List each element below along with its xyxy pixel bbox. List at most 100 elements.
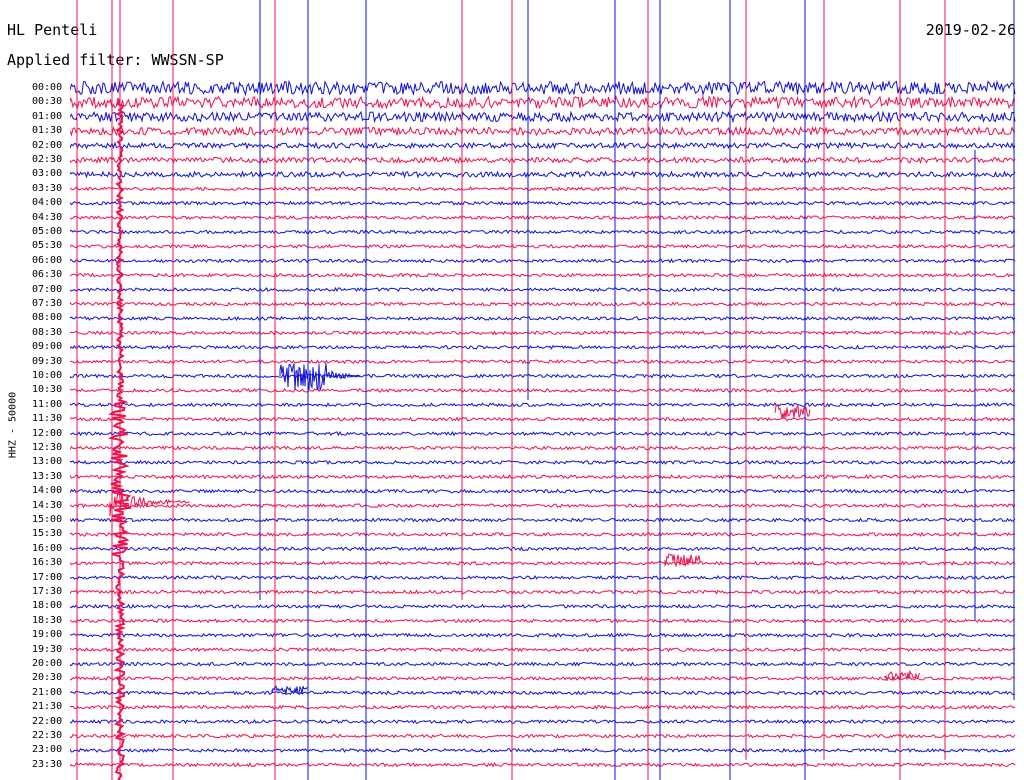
seismic-trace: [70, 186, 1016, 192]
seismic-trace: [70, 445, 1016, 451]
time-label: 02:00: [32, 139, 63, 151]
time-label: 05:00: [32, 226, 63, 237]
seismic-trace: [70, 286, 1016, 293]
seismic-trace: [70, 503, 1016, 509]
time-label: 14:30: [32, 499, 63, 511]
time-label: 11:30: [32, 413, 63, 425]
time-label: 19:30: [32, 643, 63, 655]
seismic-trace: [70, 155, 1016, 165]
seismic-trace: [70, 632, 1016, 638]
time-label: 17:30: [32, 586, 63, 597]
seismic-trace: [70, 344, 1016, 350]
time-label: 09:00: [32, 341, 63, 353]
seismic-trace: [70, 733, 1016, 739]
seismic-trace: [70, 373, 1016, 379]
seismic-trace: [70, 546, 1016, 552]
seismic-trace: [70, 430, 1016, 437]
seismic-trace: [70, 488, 1016, 494]
seismic-trace: [70, 110, 1016, 124]
time-label: 06:30: [32, 269, 63, 281]
time-label: 05:30: [32, 240, 63, 252]
time-label: 04:30: [32, 211, 63, 223]
seismic-trace: [70, 141, 1016, 150]
time-label: 08:00: [32, 312, 63, 324]
seismic-trace: [70, 603, 1016, 609]
seismic-trace: [70, 618, 1016, 624]
time-label: 09:30: [32, 355, 63, 367]
seismic-trace: [70, 229, 1016, 235]
time-label: 14:00: [32, 485, 63, 497]
time-label: 07:30: [32, 298, 63, 309]
seismic-trace: [70, 661, 1016, 667]
time-label: 19:00: [32, 629, 63, 641]
time-label: 10:30: [32, 384, 63, 396]
time-label: 01:30: [32, 125, 63, 137]
seismic-trace: [70, 747, 1015, 753]
time-label: 18:00: [32, 600, 63, 612]
time-label: 15:30: [32, 528, 63, 540]
local-event: [279, 363, 361, 391]
seismic-trace: [70, 762, 1016, 768]
time-label: 21:30: [32, 701, 63, 713]
trace-group: [70, 79, 1016, 768]
seismic-trace: [70, 215, 1016, 221]
seismogram-plot: [70, 0, 1016, 780]
time-label: 18:30: [32, 614, 63, 626]
time-label: 01:00: [32, 110, 63, 122]
time-label: 20:30: [32, 672, 63, 684]
time-label: 20:00: [32, 658, 63, 669]
seismic-trace: [70, 675, 1016, 681]
time-label: 15:00: [32, 514, 63, 525]
seismic-trace: [70, 402, 1016, 408]
time-label: 12:00: [32, 427, 63, 439]
time-label: 13:30: [32, 470, 63, 482]
seismic-trace: [70, 79, 1016, 97]
time-label: 16:30: [32, 557, 63, 569]
time-label: 04:00: [32, 197, 63, 209]
time-label: 11:00: [32, 398, 63, 410]
time-label: 23:00: [32, 744, 63, 756]
seismic-trace: [70, 589, 1016, 595]
seismic-trace: [70, 315, 1016, 322]
time-label: 03:30: [32, 182, 63, 194]
seismic-trace: [70, 330, 1016, 336]
seismic-trace: [70, 200, 1016, 206]
time-axis: 00:00 00:30 01:00 01:30 02:00 02:30 03:00 03:30…: [0, 0, 70, 780]
seismic-trace: [70, 647, 1016, 653]
time-label: 13:00: [32, 456, 63, 468]
time-label: 07:00: [32, 283, 63, 295]
time-label: 16:00: [32, 542, 63, 554]
seismic-trace: [70, 531, 1016, 538]
time-label: 00:30: [32, 96, 63, 108]
seismic-trace: [70, 690, 1016, 696]
time-label: 08:30: [32, 326, 63, 338]
time-label: 10:00: [32, 370, 63, 381]
spike-group: [76, 0, 1015, 780]
seismic-trace: [70, 718, 1016, 725]
seismic-trace: [70, 359, 1016, 365]
seismic-trace: [70, 243, 1016, 249]
seismic-trace: [70, 170, 1016, 179]
seismic-trace: [70, 574, 1016, 581]
seismic-trace: [70, 416, 1015, 422]
time-label: 12:30: [32, 442, 63, 453]
burst: [271, 685, 308, 695]
time-label: 21:00: [32, 686, 63, 698]
time-label: 17:00: [32, 571, 63, 583]
seismic-trace: [70, 258, 1016, 264]
time-label: 03:00: [32, 168, 63, 180]
time-label: 22:00: [32, 715, 63, 727]
seismic-trace: [70, 459, 1016, 465]
seismic-trace: [70, 95, 1016, 110]
seismic-trace: [70, 560, 1016, 566]
time-label: 06:00: [32, 254, 63, 266]
seismic-trace: [70, 125, 1016, 137]
seismic-trace: [70, 704, 1016, 710]
seismic-trace: [70, 517, 1016, 523]
seismic-trace: [70, 387, 1016, 393]
seismic-trace: [70, 301, 1016, 307]
time-label: 00:00: [32, 82, 63, 93]
time-label: 23:30: [32, 758, 63, 770]
time-label: 02:30: [32, 154, 63, 165]
time-label: 22:30: [32, 730, 63, 741]
